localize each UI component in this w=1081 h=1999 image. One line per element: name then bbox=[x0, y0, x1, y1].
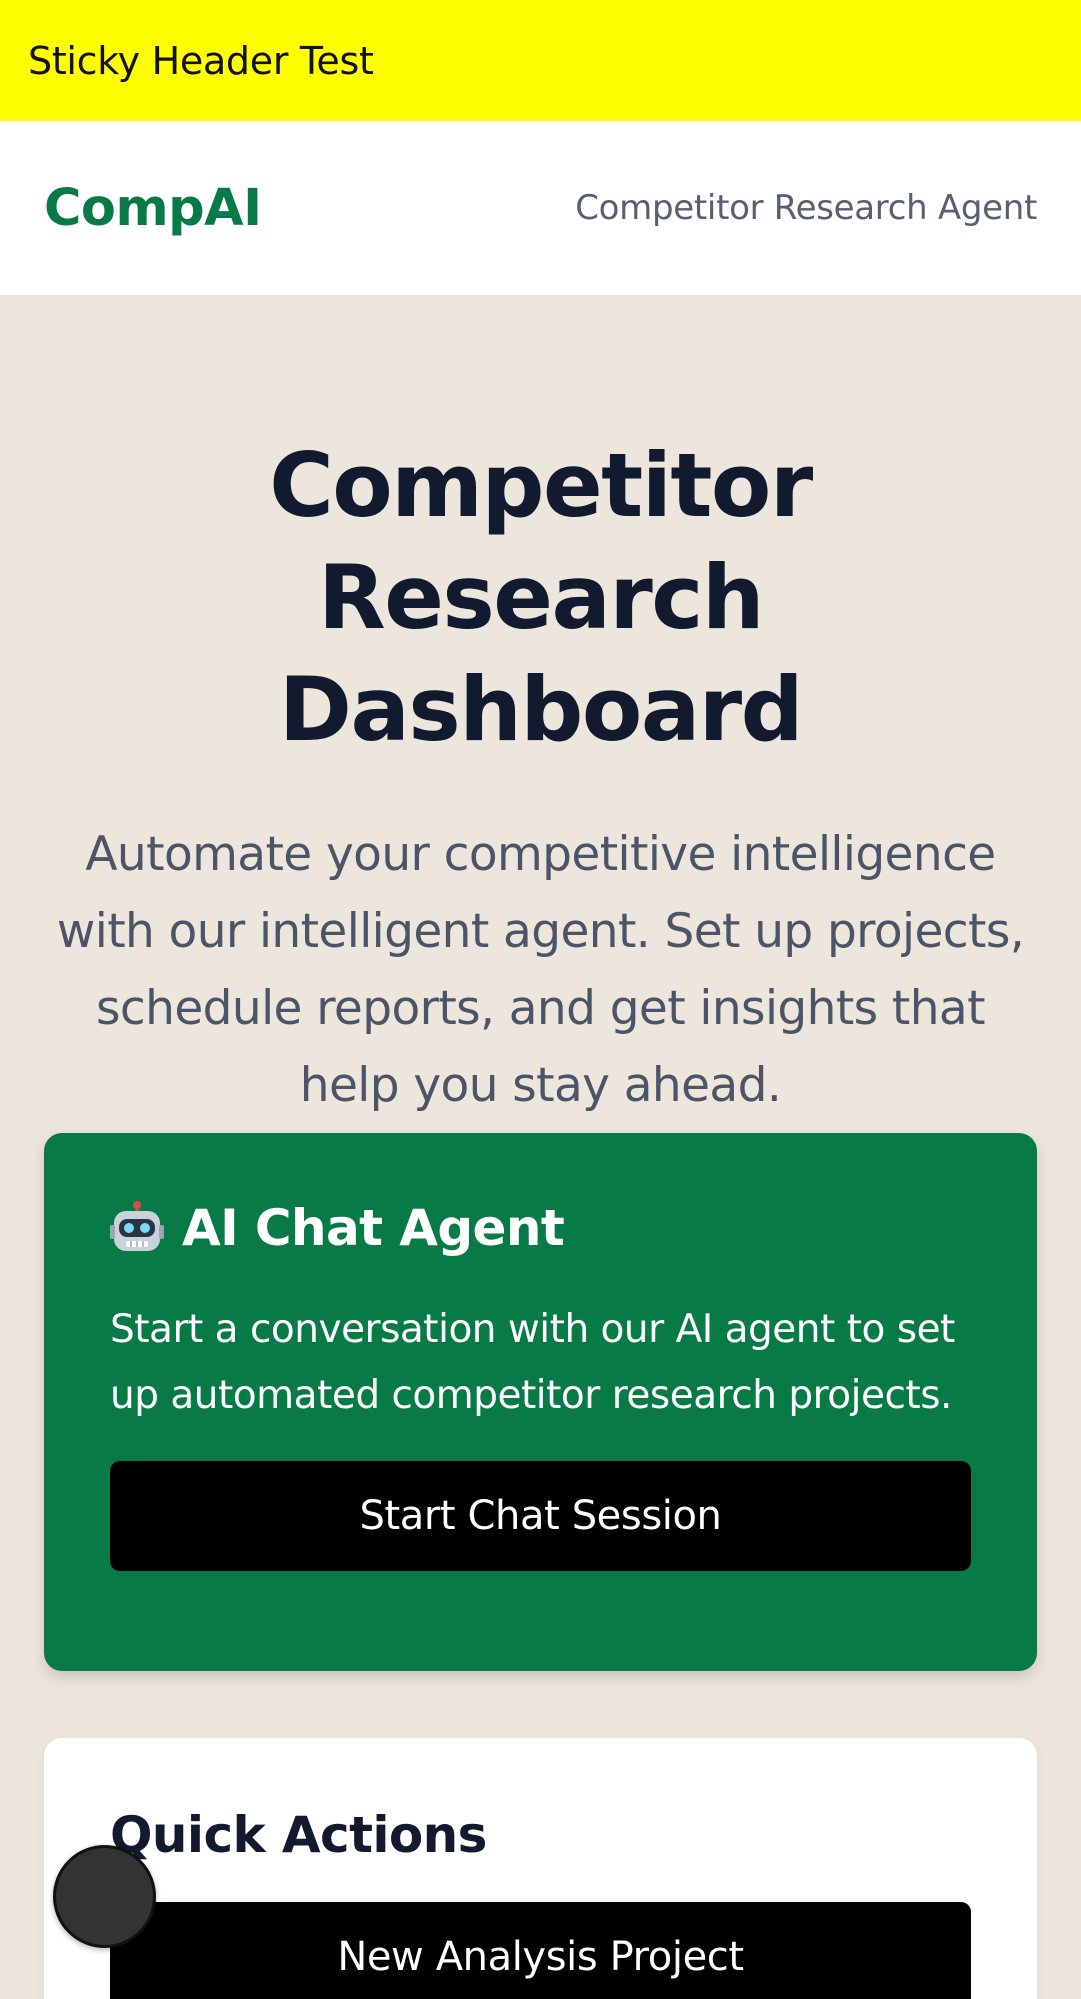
quick-actions-title: Quick Actions bbox=[110, 1806, 487, 1864]
chat-card-title: AI Chat Agent bbox=[182, 1199, 565, 1257]
sticky-header: Sticky Header Test bbox=[0, 0, 1081, 121]
hero-description: Automate your competitive intelligence w… bbox=[56, 827, 1025, 1113]
robot-icon bbox=[110, 1201, 164, 1255]
chat-card-description: Start a conversation with our AI agent t… bbox=[110, 1307, 955, 1418]
brand-logo[interactable]: CompAI bbox=[44, 179, 262, 238]
ai-chat-card: AI Chat Agent Start a conversation with … bbox=[44, 1133, 1037, 1671]
navbar: CompAI Competitor Research Agent bbox=[0, 121, 1081, 296]
quick-actions-card: Quick Actions New Analysis Project bbox=[44, 1738, 1037, 1999]
hero-section: Competitor Research Dashboard Automate y… bbox=[40, 430, 1041, 1124]
page-title-line1: Competitor Research bbox=[269, 434, 813, 649]
navbar-subtitle: Competitor Research Agent bbox=[575, 188, 1037, 228]
page-title-line2: Dashboard bbox=[278, 658, 804, 761]
floating-action-button[interactable] bbox=[53, 1845, 156, 1948]
start-chat-button[interactable]: Start Chat Session bbox=[110, 1461, 971, 1571]
chat-card-header: AI Chat Agent bbox=[110, 1199, 971, 1257]
sticky-header-text: Sticky Header Test bbox=[28, 38, 374, 83]
page-title: Competitor Research Dashboard bbox=[40, 430, 1041, 766]
new-analysis-project-button[interactable]: New Analysis Project bbox=[110, 1902, 971, 1999]
page: Sticky Header Test CompAI Competitor Res… bbox=[0, 0, 1081, 1999]
